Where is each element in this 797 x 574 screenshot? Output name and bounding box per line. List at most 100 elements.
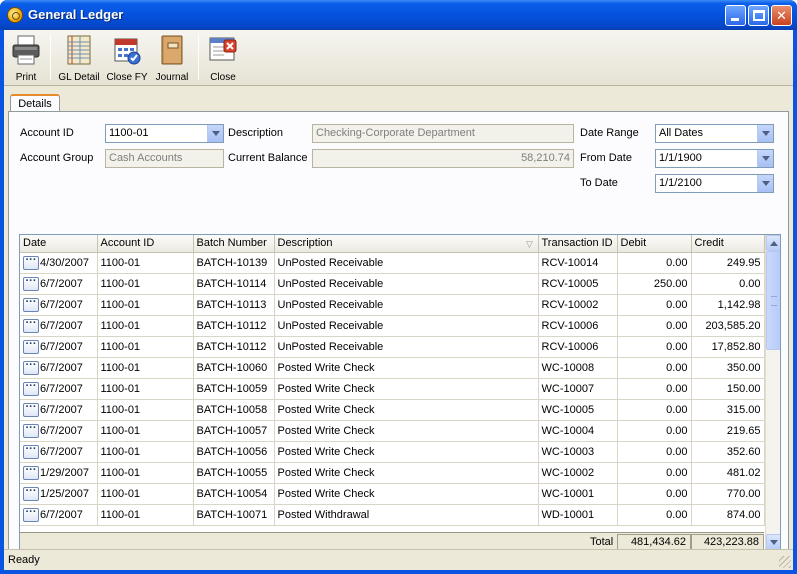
cell-account-id[interactable]: 1100-01 — [97, 462, 194, 484]
cell-credit[interactable]: 17,852.80 — [691, 336, 765, 358]
table-row[interactable]: ··· 6/7/2007 1100-01 BATCH-10057 Posted Writ… — [20, 420, 765, 442]
cell-transaction-id[interactable]: WC-10001 — [538, 483, 618, 505]
column-header-batch-number[interactable]: Batch Number — [193, 235, 275, 253]
date-range-combo[interactable]: All Dates — [655, 124, 774, 143]
cell-description[interactable]: Posted Write Check — [274, 462, 539, 484]
cell-credit[interactable]: 350.00 — [691, 357, 765, 379]
cell-description[interactable]: Posted Write Check — [274, 483, 539, 505]
row-detail-button[interactable]: ··· — [23, 443, 39, 459]
cell-credit[interactable]: 874.00 — [691, 504, 765, 526]
table-row[interactable]: ··· 1/29/2007 1100-01 BATCH-10055 Posted Wri… — [20, 462, 765, 484]
row-detail-button[interactable]: ··· — [23, 296, 39, 312]
cell-description[interactable]: UnPosted Receivable — [274, 336, 539, 358]
chevron-down-icon[interactable] — [757, 150, 773, 167]
chevron-down-icon[interactable] — [207, 125, 223, 142]
cell-debit[interactable]: 0.00 — [617, 399, 692, 421]
cell-date[interactable]: ··· 4/30/2007 — [20, 252, 98, 274]
account-group-field[interactable]: Cash Accounts — [105, 149, 224, 168]
vertical-scrollbar[interactable] — [765, 235, 780, 549]
cell-transaction-id[interactable]: WC-10005 — [538, 399, 618, 421]
cell-credit[interactable]: 150.00 — [691, 378, 765, 400]
cell-description[interactable]: UnPosted Receivable — [274, 294, 539, 316]
row-detail-button[interactable]: ··· — [23, 401, 39, 417]
cell-debit[interactable]: 0.00 — [617, 462, 692, 484]
cell-batch-number[interactable]: BATCH-10071 — [193, 504, 275, 526]
cell-debit[interactable]: 0.00 — [617, 294, 692, 316]
cell-transaction-id[interactable]: WD-10001 — [538, 504, 618, 526]
cell-description[interactable]: Posted Write Check — [274, 399, 539, 421]
column-header-credit[interactable]: Credit — [691, 235, 765, 253]
cell-account-id[interactable]: 1100-01 — [97, 399, 194, 421]
table-row[interactable]: ··· 6/7/2007 1100-01 BATCH-10114 UnPosted Re… — [20, 273, 765, 295]
cell-date[interactable]: ··· 1/25/2007 — [20, 483, 98, 505]
cell-credit[interactable]: 219.65 — [691, 420, 765, 442]
cell-date[interactable]: ··· 6/7/2007 — [20, 399, 98, 421]
cell-account-id[interactable]: 1100-01 — [97, 504, 194, 526]
cell-batch-number[interactable]: BATCH-10139 — [193, 252, 275, 274]
cell-batch-number[interactable]: BATCH-10057 — [193, 420, 275, 442]
cell-transaction-id[interactable]: WC-10008 — [538, 357, 618, 379]
table-row[interactable]: ··· 6/7/2007 1100-01 BATCH-10056 Posted Writ… — [20, 441, 765, 463]
column-header-account-id[interactable]: Account ID — [97, 235, 194, 253]
cell-description[interactable]: Posted Write Check — [274, 441, 539, 463]
cell-transaction-id[interactable]: RCV-10002 — [538, 294, 618, 316]
column-header-transaction-id[interactable]: Transaction ID — [538, 235, 618, 253]
cell-transaction-id[interactable]: WC-10004 — [538, 420, 618, 442]
cell-transaction-id[interactable]: RCV-10006 — [538, 336, 618, 358]
cell-transaction-id[interactable]: RCV-10005 — [538, 273, 618, 295]
table-row[interactable]: ··· 6/7/2007 1100-01 BATCH-10112 UnPosted Re… — [20, 315, 765, 337]
cell-batch-number[interactable]: BATCH-10112 — [193, 336, 275, 358]
cell-transaction-id[interactable]: WC-10007 — [538, 378, 618, 400]
cell-batch-number[interactable]: BATCH-10054 — [193, 483, 275, 505]
cell-transaction-id[interactable]: RCV-10006 — [538, 315, 618, 337]
cell-transaction-id[interactable]: RCV-10014 — [538, 252, 618, 274]
cell-account-id[interactable]: 1100-01 — [97, 336, 194, 358]
chevron-down-icon[interactable] — [757, 125, 773, 142]
cell-transaction-id[interactable]: WC-10003 — [538, 441, 618, 463]
close-window-button[interactable]: ✕ — [771, 5, 792, 26]
journal-button[interactable]: Journal — [152, 32, 192, 84]
row-detail-button[interactable]: ··· — [23, 464, 39, 480]
cell-date[interactable]: ··· 6/7/2007 — [20, 357, 98, 379]
cell-credit[interactable]: 352.60 — [691, 441, 765, 463]
cell-debit[interactable]: 0.00 — [617, 483, 692, 505]
cell-account-id[interactable]: 1100-01 — [97, 420, 194, 442]
current-balance-field[interactable]: 58,210.74 — [312, 149, 574, 168]
row-detail-button[interactable]: ··· — [23, 254, 39, 270]
to-date-picker[interactable]: 1/1/2100 — [655, 174, 774, 193]
column-header-description[interactable]: Description — [274, 235, 539, 253]
cell-account-id[interactable]: 1100-01 — [97, 294, 194, 316]
cell-description[interactable]: Posted Write Check — [274, 420, 539, 442]
column-header-date[interactable]: Date — [20, 235, 98, 253]
table-row[interactable]: ··· 6/7/2007 1100-01 BATCH-10071 Posted With… — [20, 504, 765, 526]
cell-debit[interactable]: 0.00 — [617, 420, 692, 442]
row-detail-button[interactable]: ··· — [23, 317, 39, 333]
table-row[interactable]: ··· 6/7/2007 1100-01 BATCH-10113 UnPosted Re… — [20, 294, 765, 316]
cell-account-id[interactable]: 1100-01 — [97, 483, 194, 505]
cell-date[interactable]: ··· 6/7/2007 — [20, 294, 98, 316]
cell-credit[interactable]: 1,142.98 — [691, 294, 765, 316]
cell-debit[interactable]: 0.00 — [617, 315, 692, 337]
table-row[interactable]: ··· 6/7/2007 1100-01 BATCH-10060 Posted Writ… — [20, 357, 765, 379]
maximize-button[interactable] — [748, 5, 769, 26]
cell-credit[interactable]: 0.00 — [691, 273, 765, 295]
cell-date[interactable]: ··· 6/7/2007 — [20, 420, 98, 442]
cell-debit[interactable]: 0.00 — [617, 357, 692, 379]
cell-debit[interactable]: 0.00 — [617, 336, 692, 358]
cell-debit[interactable]: 0.00 — [617, 252, 692, 274]
cell-description[interactable]: UnPosted Receivable — [274, 252, 539, 274]
cell-account-id[interactable]: 1100-01 — [97, 252, 194, 274]
row-detail-button[interactable]: ··· — [23, 359, 39, 375]
cell-date[interactable]: ··· 6/7/2007 — [20, 441, 98, 463]
cell-batch-number[interactable]: BATCH-10113 — [193, 294, 275, 316]
cell-account-id[interactable]: 1100-01 — [97, 357, 194, 379]
cell-credit[interactable]: 770.00 — [691, 483, 765, 505]
cell-debit[interactable]: 0.00 — [617, 441, 692, 463]
from-date-picker[interactable]: 1/1/1900 — [655, 149, 774, 168]
close-button[interactable]: Close — [204, 32, 242, 84]
chevron-down-icon[interactable] — [757, 175, 773, 192]
cell-debit[interactable]: 0.00 — [617, 378, 692, 400]
cell-date[interactable]: ··· 6/7/2007 — [20, 273, 98, 295]
cell-description[interactable]: Posted Withdrawal — [274, 504, 539, 526]
cell-batch-number[interactable]: BATCH-10114 — [193, 273, 275, 295]
